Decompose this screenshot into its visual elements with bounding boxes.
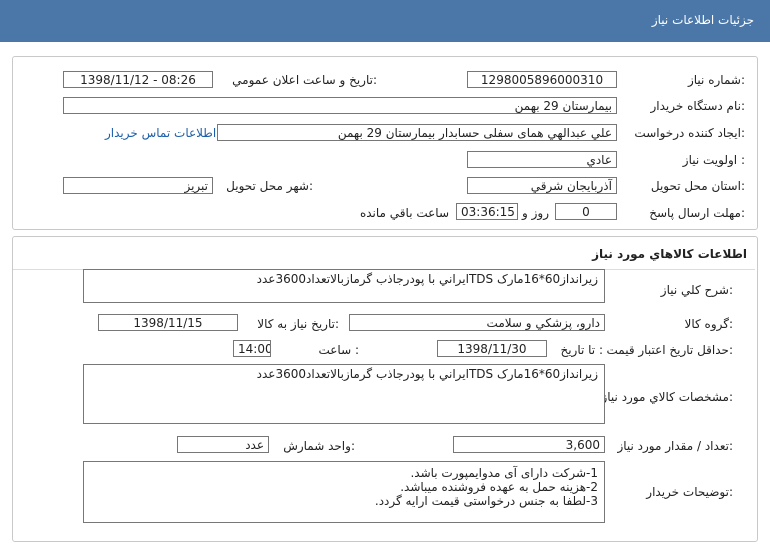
creator-label: ايجاد کننده درخواست: [634,126,745,140]
desc-line: 1-شرکت دارای آی مدوایمپورت باشد. [410,466,598,480]
need-number-field: 1298005896000310 [467,71,617,88]
goods-panel: اطلاعات کالاهاي مورد نياز شرح کلي نياز: … [12,236,758,542]
city-label: شهر محل تحويل: [226,179,313,193]
qty-label: تعداد / مقدار مورد نياز: [617,439,733,453]
buyer-description-field: 1-شرکت دارای آی مدوایمپورت باشد. 2-هزينه… [83,461,605,523]
qty-field: 3,600 [453,436,605,453]
desc-line: 2-هزينه حمل به عهده فروشنده ميباشد. [400,480,598,494]
need-date-label: تاريخ نياز به کالا: [257,317,339,331]
buyer-field: بيمارستان 29 بهمن [63,97,617,114]
hour-label: ساعت : [318,343,359,357]
validity-label: حداقل تاريخ اعتبار قيمت: [606,343,733,357]
desc-line: 3-لطفا به جنس درخواستی قيمت ارايه گردد. [374,494,598,508]
need-number-label: شماره نياز: [687,73,745,87]
days-label: روز و [522,206,549,220]
group-field: دارو، پزشکي و سلامت [349,314,605,331]
announce-label: تاريخ و ساعت اعلان عمومي: [232,73,377,87]
remaining-label: ساعت باقي مانده [359,206,449,220]
need-info-panel: شماره نياز: 1298005896000310 تاريخ و ساع… [12,56,758,230]
time-left-field: 03:36:15 [456,203,518,220]
creator-field: علي عبدالهي همای سفلی حسابدار بيمارستان … [217,124,617,141]
province-field: آذربايجان شرقي [467,177,617,194]
until-date-field: 1398/11/30 [437,340,547,357]
unit-label: واحد شمارش: [283,439,355,453]
goods-section-title: اطلاعات کالاهاي مورد نياز [592,247,747,261]
province-label: استان محل تحويل: [650,179,745,193]
priority-field: عادي [467,151,617,168]
header-bar: جزئيات اطلاعات نياز [0,0,770,42]
hour-field: 14:00 [233,340,271,357]
summary-field: زيرانداز60*16مارک TDSايراني با پودرجاذب … [83,269,605,303]
summary-label: شرح کلي نياز: [660,283,733,297]
desc-label: توضيحات خريدار: [646,485,733,499]
page: جزئيات اطلاعات نياز شماره نياز: 12980058… [0,0,770,545]
unit-field: عدد [177,436,269,453]
deadline-label: مهلت ارسال پاسخ: [649,206,745,220]
buyer-label: نام دستگاه خريدار: [650,99,746,113]
days-field: 0 [555,203,617,220]
until-date-label: تا تاريخ : [560,343,603,357]
spec-label: مشخصات کالاي مورد نياز: [601,390,733,404]
page-title: جزئيات اطلاعات نياز [651,13,754,27]
need-date-field: 1398/11/15 [98,314,238,331]
priority-label: اولويت نياز : [682,153,745,167]
spec-field: زيرانداز60*16مارک TDSايراني با پودرجاذب … [83,364,605,424]
announce-field: 1398/11/12 - 08:26 [63,71,213,88]
group-label: گروه کالا: [684,317,734,331]
city-field: تبريز [63,177,213,194]
buyer-contact-link[interactable]: اطلاعات تماس خريدار [105,126,216,140]
